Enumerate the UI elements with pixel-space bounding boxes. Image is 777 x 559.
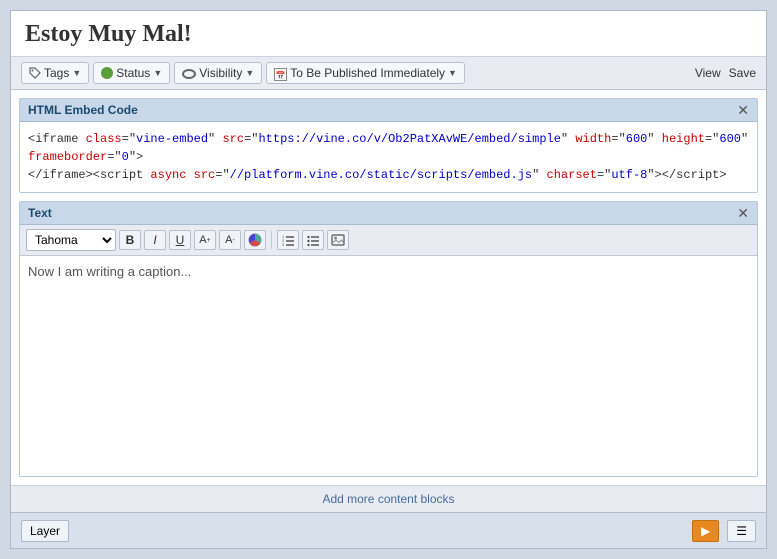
text-panel-close[interactable]: ✕: [737, 206, 749, 220]
svg-text:3: 3: [282, 242, 285, 247]
calendar-icon: 📅: [274, 68, 287, 81]
publish-button[interactable]: 📅 To Be Published Immediately ▼: [266, 62, 465, 84]
html-embed-panel: HTML Embed Code ✕ <iframe class="vine-em…: [19, 98, 758, 193]
superscript-button[interactable]: A+: [194, 230, 216, 250]
text-panel: Text ✕ Tahoma B I U A+ A-: [19, 201, 758, 477]
bottom-bar: Layer ▶ ☰: [11, 512, 766, 548]
toolbar-separator-1: [271, 231, 272, 249]
html-code-area[interactable]: <iframe class="vine-embed" src="https://…: [20, 122, 757, 192]
bold-button[interactable]: B: [119, 230, 141, 250]
tags-chevron: ▼: [72, 68, 81, 78]
save-button[interactable]: Save: [729, 66, 756, 80]
italic-button[interactable]: I: [144, 230, 166, 250]
title-bar: Estoy Muy Mal!: [11, 11, 766, 57]
unordered-list-icon: [306, 233, 320, 247]
color-wheel-icon: [248, 233, 262, 247]
publish-chevron: ▼: [448, 68, 457, 78]
bottom-action-button[interactable]: ▶: [692, 520, 719, 542]
code-line-1: <iframe class="vine-embed" src="https://…: [28, 130, 749, 166]
text-content: Now I am writing a caption...: [28, 264, 191, 279]
tag-icon: [29, 67, 41, 79]
image-icon: [331, 233, 345, 247]
subscript-button[interactable]: A-: [219, 230, 241, 250]
toolbar: Tags ▼ Status ▼ Visibility ▼ 📅 To Be Pub…: [11, 57, 766, 90]
add-content-label: Add more content blocks: [322, 492, 454, 506]
editor-toolbar: Tahoma B I U A+ A-: [20, 225, 757, 256]
status-chevron: ▼: [153, 68, 162, 78]
bottom-right-button[interactable]: ☰: [727, 520, 756, 542]
tags-button[interactable]: Tags ▼: [21, 62, 89, 84]
visibility-button[interactable]: Visibility ▼: [174, 62, 262, 84]
html-panel-header: HTML Embed Code ✕: [20, 99, 757, 122]
status-icon: [101, 67, 113, 79]
add-content-bar[interactable]: Add more content blocks: [11, 485, 766, 512]
status-button[interactable]: Status ▼: [93, 62, 170, 84]
page-title: Estoy Muy Mal!: [25, 21, 752, 48]
image-button[interactable]: [327, 230, 349, 250]
view-link[interactable]: View: [695, 66, 721, 80]
html-panel-close[interactable]: ✕: [737, 103, 749, 117]
toolbar-right: View Save: [695, 66, 756, 80]
ordered-list-icon: 1 2 3: [281, 233, 295, 247]
layer-button[interactable]: Layer: [21, 520, 69, 542]
underline-button[interactable]: U: [169, 230, 191, 250]
html-panel-title: HTML Embed Code: [28, 103, 138, 117]
text-panel-header: Text ✕: [20, 202, 757, 225]
unordered-list-button[interactable]: [302, 230, 324, 250]
layer-label: Layer: [30, 524, 60, 538]
ordered-list-button[interactable]: 1 2 3: [277, 230, 299, 250]
text-panel-title: Text: [28, 206, 52, 220]
visibility-chevron: ▼: [245, 68, 254, 78]
font-selector[interactable]: Tahoma: [26, 229, 116, 251]
color-button[interactable]: [244, 230, 266, 250]
bottom-right-icon: ☰: [736, 524, 747, 538]
code-line-2: </iframe><script async src="//platform.v…: [28, 166, 749, 184]
bottom-action-icon: ▶: [701, 524, 710, 538]
eye-icon: [182, 69, 196, 79]
text-edit-area[interactable]: Now I am writing a caption...: [20, 256, 757, 476]
